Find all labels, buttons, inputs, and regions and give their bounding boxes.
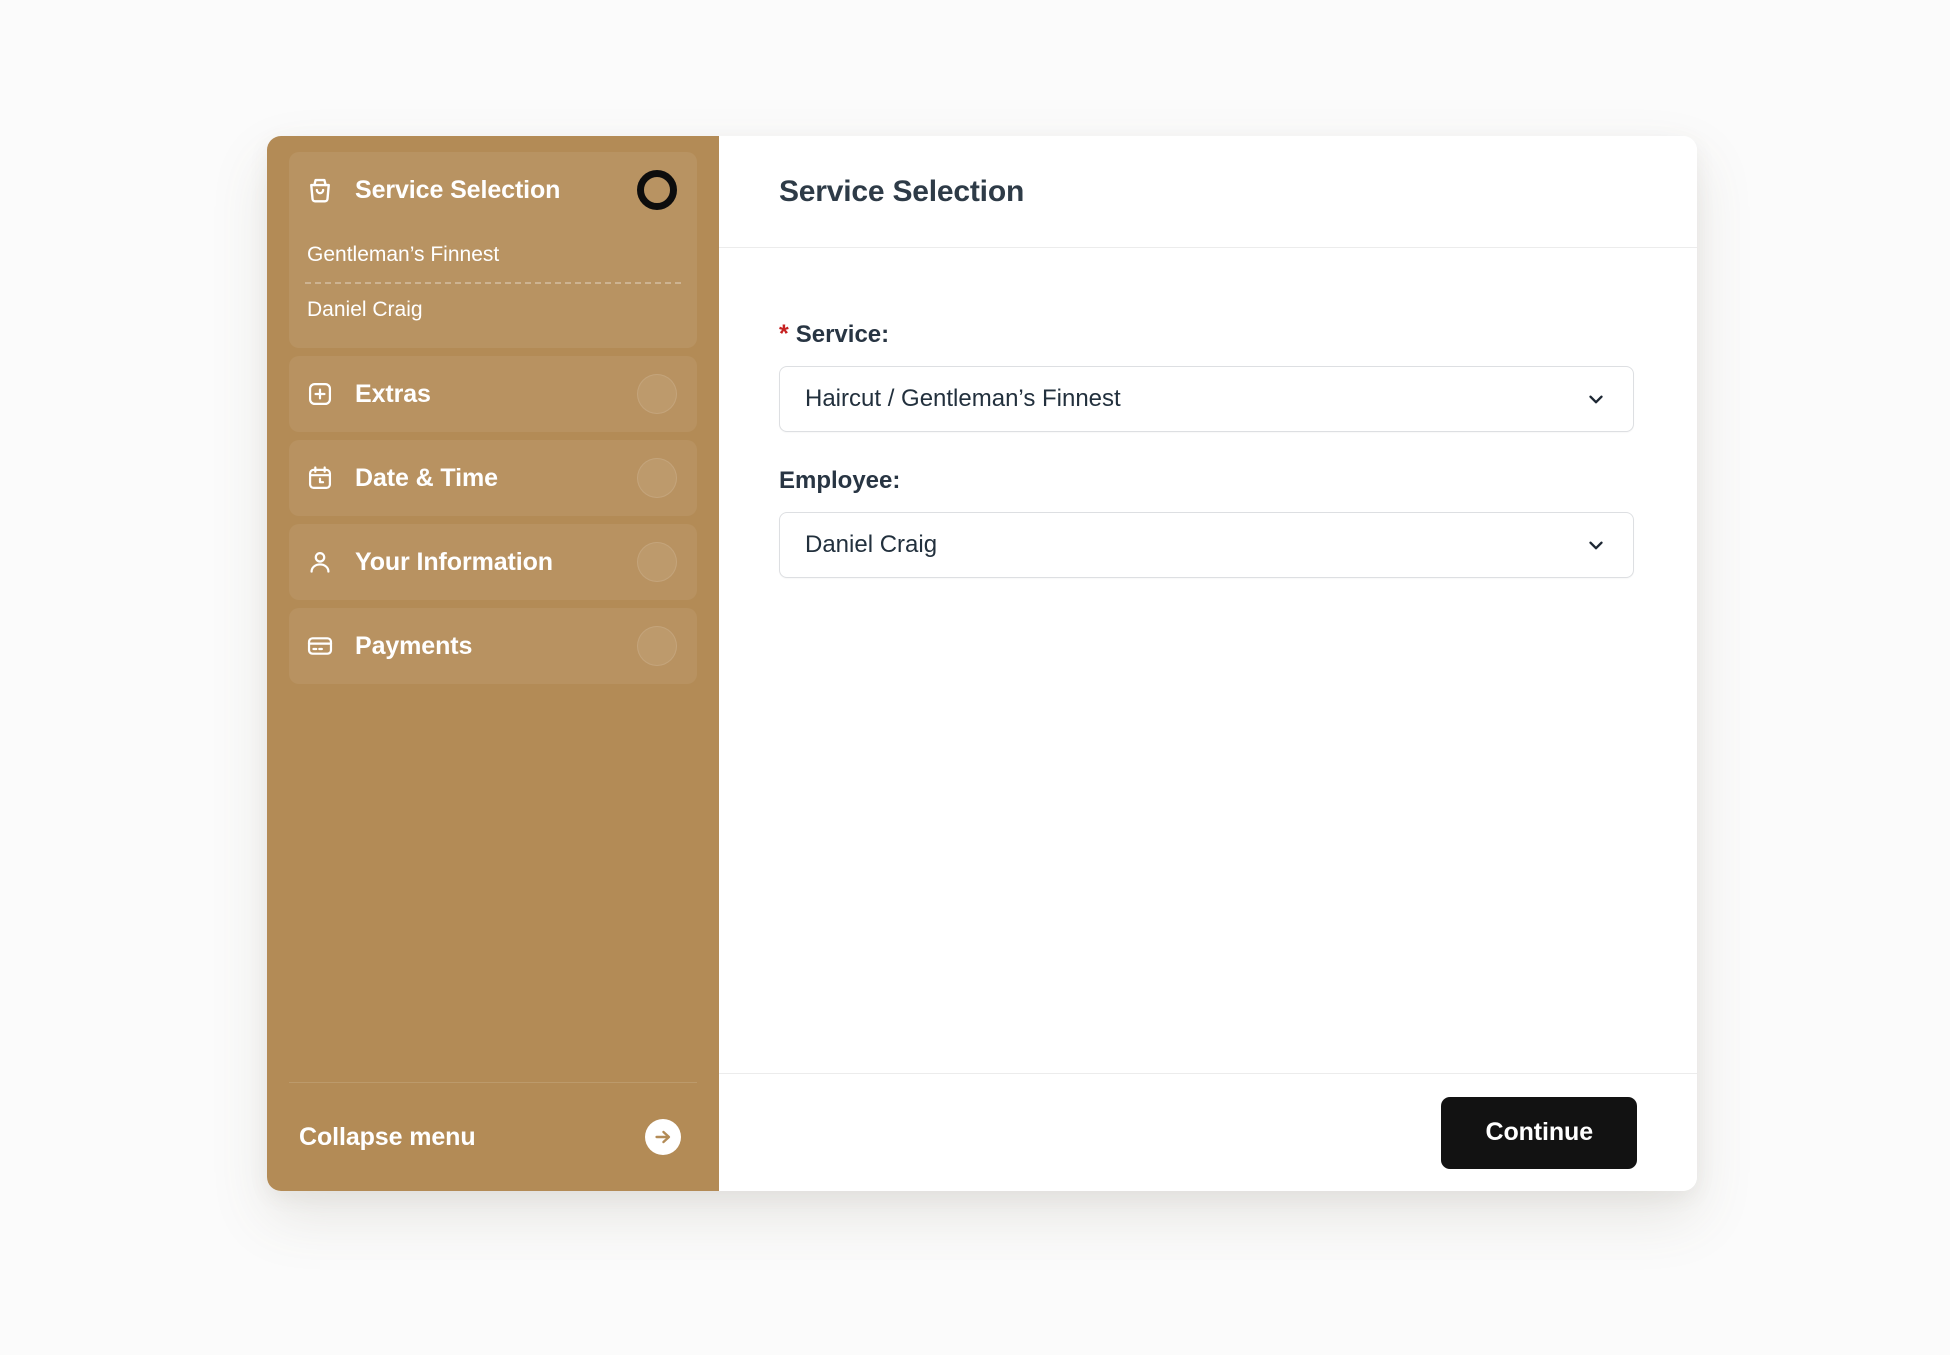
service-select[interactable]: Haircut / Gentleman’s Finnest — [779, 366, 1634, 432]
continue-button[interactable]: Continue — [1441, 1096, 1637, 1169]
sidebar-item-label: Your Information — [355, 547, 553, 576]
step-indicator-idle — [637, 542, 677, 582]
step-indicator-idle — [637, 458, 677, 498]
sidebar-item-label: Date & Time — [355, 463, 498, 492]
step-details: Gentleman’s Finnest Daniel Craig — [305, 228, 681, 348]
step-detail-employee: Daniel Craig — [305, 282, 681, 336]
step-header: Extras — [305, 356, 681, 432]
main-panel: Service Selection * Service: Haircut / G… — [719, 136, 1697, 1191]
step-detail-service: Gentleman’s Finnest — [307, 243, 500, 266]
main-footer: Continue — [719, 1073, 1697, 1191]
sidebar-item-label: Service Selection — [355, 175, 561, 204]
sidebar-item-extras[interactable]: Extras — [289, 356, 697, 432]
form-body: * Service: Haircut / Gentleman’s Finnest — [719, 248, 1697, 1073]
service-field-group: * Service: Haircut / Gentleman’s Finnest — [779, 321, 1637, 432]
required-asterisk: * — [779, 320, 789, 348]
step-indicator-active — [637, 170, 677, 210]
service-field-label: * Service: — [779, 321, 1637, 349]
service-select-value: Haircut / Gentleman’s Finnest — [805, 385, 1121, 412]
employee-field-group: Employee: Daniel Craig — [779, 467, 1637, 578]
screen: Service Selection Gentleman’s Finnest Da… — [0, 0, 1950, 1355]
collapse-menu-section: Collapse menu — [289, 1082, 697, 1191]
step-indicator-idle — [637, 374, 677, 414]
arrow-right-circle-icon[interactable] — [645, 1119, 681, 1155]
page-title: Service Selection — [779, 174, 1025, 208]
sidebar-item-your-information[interactable]: Your Information — [289, 524, 697, 600]
employee-label-text: Employee: — [779, 467, 901, 494]
step-header: Service Selection — [305, 152, 681, 228]
collapse-menu-label: Collapse menu — [299, 1122, 476, 1151]
employee-select-value: Daniel Craig — [805, 531, 938, 558]
sidebar: Service Selection Gentleman’s Finnest Da… — [267, 136, 719, 1191]
collapse-menu-button[interactable]: Collapse menu — [299, 1083, 687, 1191]
step-header: Your Information — [305, 524, 681, 600]
shopping-bag-icon — [305, 175, 335, 205]
step-list: Service Selection Gentleman’s Finnest Da… — [289, 152, 697, 684]
sidebar-item-payments[interactable]: Payments — [289, 608, 697, 684]
credit-card-icon — [305, 631, 335, 661]
employee-field-label: Employee: — [779, 467, 1637, 495]
sidebar-item-service-selection[interactable]: Service Selection Gentleman’s Finnest Da… — [289, 152, 697, 348]
step-header: Date & Time — [305, 440, 681, 516]
chevron-down-icon[interactable] — [1585, 388, 1607, 410]
service-label-text: Service: — [795, 321, 890, 348]
plus-square-icon — [305, 379, 335, 409]
step-indicator-idle — [637, 626, 677, 666]
booking-widget: Service Selection Gentleman’s Finnest Da… — [267, 136, 1697, 1191]
employee-select[interactable]: Daniel Craig — [779, 512, 1634, 578]
sidebar-item-label: Payments — [355, 631, 473, 660]
person-icon — [305, 547, 335, 577]
main-header: Service Selection — [719, 136, 1697, 248]
calendar-clock-icon — [305, 463, 335, 493]
step-header: Payments — [305, 608, 681, 684]
sidebar-item-date-time[interactable]: Date & Time — [289, 440, 697, 516]
sidebar-item-label: Extras — [355, 379, 431, 408]
chevron-down-icon[interactable] — [1585, 534, 1607, 556]
